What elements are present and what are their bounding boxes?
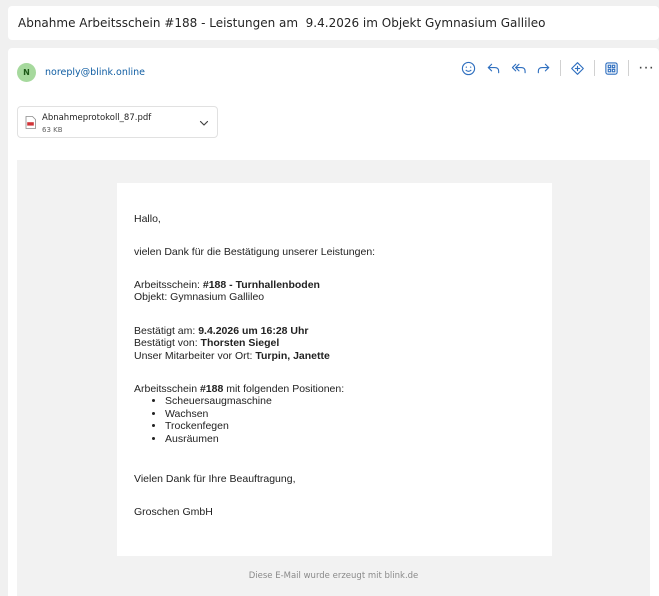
attachment-size: 63 KB [42, 126, 63, 134]
positions-number: #188 [199, 383, 224, 395]
chevron-down-icon[interactable] [198, 117, 210, 129]
email-body: Hallo, vielen Dank für die Bestätigung u… [117, 183, 552, 556]
footer-note: Diese E-Mail wurde erzeugt mit blink.de [248, 571, 419, 581]
toolbar-divider [594, 60, 595, 76]
reply-all-icon[interactable] [506, 58, 531, 78]
greeting: Hallo, [134, 213, 161, 225]
bestaetigt-von-label: Bestätigt von: [134, 337, 201, 349]
sender-row: N noreply@blink.online [17, 62, 145, 82]
mitarbeiter-label: Unser Mitarbeiter vor Ort: [134, 350, 256, 362]
toolbar-divider [628, 60, 629, 76]
message-pane: N noreply@blink.online ··· Abnahmeprotok… [8, 48, 659, 596]
positions-prefix: Arbeitsschein [134, 383, 200, 395]
forward-icon[interactable] [531, 58, 556, 78]
positions-suffix: mit folgenden Positionen: [223, 383, 345, 395]
bestaetigt-von-value: Thorsten Siegel [200, 337, 280, 349]
objekt-line: Objekt: Gymnasium Gallileo [134, 291, 265, 303]
mitarbeiter-line: Unser Mitarbeiter vor Ort: Turpin, Janet… [134, 350, 330, 362]
positions-list: Scheuersaugmaschine Wachsen Trockenfegen… [134, 395, 272, 445]
toolbar-divider [560, 60, 561, 76]
list-item: Trockenfegen [165, 420, 272, 433]
arbeitsschein-value: #188 - Turnhallenboden [202, 279, 320, 291]
bestaetigt-von-line: Bestätigt von: Thorsten Siegel [134, 337, 279, 349]
reply-icon[interactable] [481, 58, 506, 78]
attachment-card[interactable]: Abnahmeprotokoll_87.pdf 63 KB [17, 106, 218, 138]
mitarbeiter-value: Turpin, Janette [255, 350, 330, 362]
pdf-file-icon [25, 116, 36, 129]
list-item: Wachsen [165, 408, 272, 421]
signature: Groschen GmbH [134, 506, 213, 518]
bestaetigt-am-value: 9.4.2026 um 16:28 Uhr [198, 325, 309, 337]
avatar[interactable]: N [17, 62, 36, 82]
arbeitsschein-line: Arbeitsschein: #188 - Turnhallenboden [134, 279, 320, 291]
emoji-icon[interactable] [456, 58, 481, 78]
positions-heading: Arbeitsschein #188 mit folgenden Positio… [134, 383, 344, 395]
message-toolbar: ··· [456, 58, 659, 78]
list-item: Ausräumen [165, 433, 272, 446]
more-icon[interactable]: ··· [633, 58, 659, 78]
bestaetigt-am-line: Bestätigt am: 9.4.2026 um 16:28 Uhr [134, 325, 309, 337]
list-item: Scheuersaugmaschine [165, 395, 272, 408]
email-body-background: Hallo, vielen Dank für die Bestätigung u… [17, 160, 650, 596]
closing-text: Vielen Dank für Ihre Beauftragung, [134, 473, 296, 485]
sender-address[interactable]: noreply@blink.online [45, 67, 145, 78]
arbeitsschein-label: Arbeitsschein: [134, 279, 203, 291]
apps-icon[interactable] [599, 58, 624, 78]
bestaetigt-am-label: Bestätigt am: [134, 325, 199, 337]
immersive-reader-icon[interactable] [565, 58, 590, 78]
email-subject: Abnahme Arbeitsschein #188 - Leistungen … [8, 6, 659, 40]
attachment-name: Abnahmeprotokoll_87.pdf [42, 113, 152, 123]
thanks-text: vielen Dank für die Bestätigung unserer … [134, 246, 376, 258]
